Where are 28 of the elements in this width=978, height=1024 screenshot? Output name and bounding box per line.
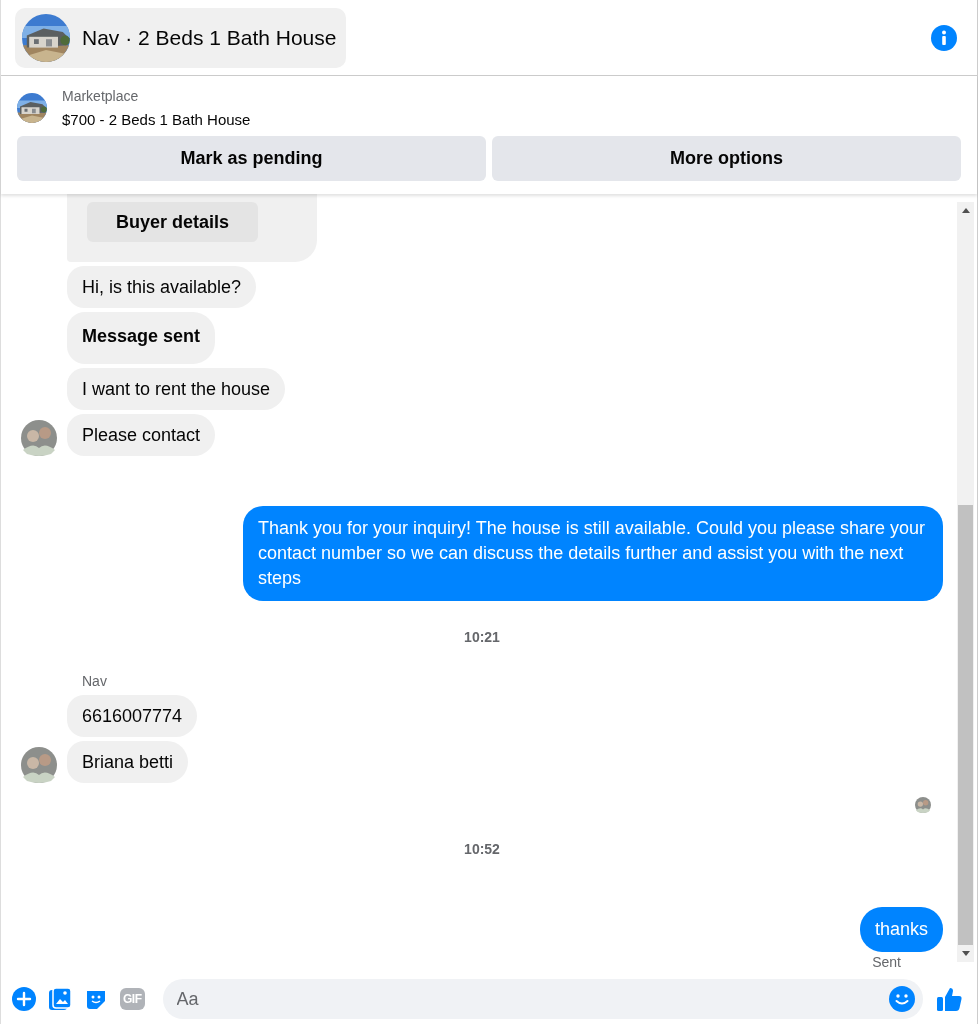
message-input[interactable]: Aa (162, 979, 923, 1019)
info-icon[interactable] (931, 24, 957, 51)
image-icon[interactable] (48, 987, 72, 1011)
sender-name: Nav (82, 673, 108, 689)
message-bubble: Please contact (67, 414, 216, 456)
message-bubble: 6616007774 (67, 695, 198, 737)
message-bubble: I want to rent the house (67, 368, 286, 410)
conversation-title[interactable]: Nav · 2 Beds 1 Bath House (15, 7, 347, 68)
message-bubble: Hi, is this available? (67, 266, 257, 308)
timestamp: 10:52 (464, 841, 500, 857)
avatar (21, 420, 57, 456)
plus-icon[interactable] (12, 987, 36, 1011)
message-bubble: Briana betti (67, 741, 189, 783)
listing-title: $700 - 2 Beds 1 Bath House (62, 111, 251, 128)
avatar (915, 797, 931, 813)
delivery-status: Sent (872, 954, 901, 970)
message-bubble: Message sent (67, 312, 216, 364)
listing-source: Marketplace (62, 88, 140, 104)
listing-action-button[interactable]: More options (492, 136, 961, 181)
buyer-details-button[interactable]: Buyer details (87, 202, 258, 242)
scrollbar[interactable] (957, 202, 974, 962)
thumbs-up-icon[interactable] (935, 985, 963, 1013)
message-bubble: thanks (859, 907, 943, 952)
listing-action-button[interactable]: Mark as pending (17, 136, 486, 181)
avatar (21, 747, 57, 783)
timestamp: 10:21 (464, 629, 500, 645)
emoji-icon[interactable] (889, 986, 915, 1012)
message-bubble: Thank you for your inquiry! The house is still available. Could you please share your contact number so we can discuss the details further and assist you with the next steps (243, 506, 943, 601)
